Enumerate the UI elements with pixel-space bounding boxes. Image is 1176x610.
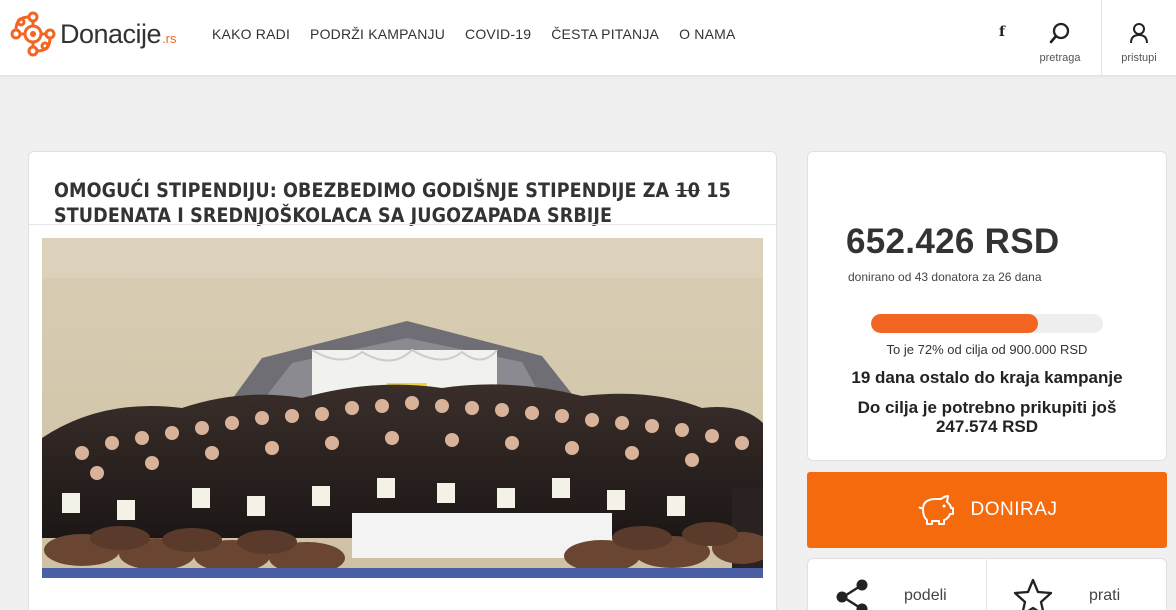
- site-header: Donacije .rs KAKO RADI PODRŽI KAMPANJU CO…: [0, 0, 1176, 76]
- donors-summary: donirano od 43 donatora za 26 dana: [848, 270, 1042, 284]
- donation-stats-card: 652.426 RSD donirano od 43 donatora za 2…: [807, 151, 1167, 461]
- share-icon: [836, 579, 868, 610]
- share-label: podeli: [904, 587, 947, 604]
- follow-button[interactable]: prati: [987, 559, 1166, 610]
- nav-kako-radi[interactable]: KAKO RADI: [212, 26, 290, 42]
- days-left: 19 dana ostalo do kraja kampanje: [851, 368, 1123, 387]
- star-icon: [1013, 578, 1053, 610]
- search-button[interactable]: pretraga: [1030, 0, 1090, 76]
- title-part1: OMOGUĆI STIPENDIJU: OBEZBEDIMO GODIŠNJE …: [54, 179, 676, 202]
- campaign-photo: [42, 238, 763, 568]
- logo-suffix: .rs: [162, 30, 177, 46]
- donate-label: DONIRAJ: [970, 499, 1058, 520]
- campaign-card: OMOGUĆI STIPENDIJU: OBEZBEDIMO GODIŠNJE …: [28, 151, 777, 610]
- search-label: pretraga: [1039, 52, 1081, 64]
- title-divider: [29, 224, 776, 225]
- raised-amount: 652.426 RSD: [846, 222, 1060, 261]
- progress-fill: [871, 314, 1039, 333]
- logo-text: Donacije: [60, 18, 162, 49]
- nav-podrzi-kampanju[interactable]: PODRŽI KAMPANJU: [310, 26, 445, 42]
- user-icon: [1130, 23, 1148, 44]
- share-follow-card: podeli prati: [807, 558, 1167, 610]
- progress-bar: [871, 314, 1103, 333]
- logo-icon: [10, 11, 56, 57]
- title-strike: 10: [675, 179, 701, 202]
- remaining-line2: 247.574 RSD: [935, 417, 1039, 436]
- main-nav: KAKO RADI PODRŽI KAMPANJU COVID-19 ČESTA…: [212, 26, 736, 42]
- follow-label: prati: [1089, 587, 1121, 604]
- donate-button[interactable]: DONIRAJ: [807, 472, 1167, 548]
- remaining-line1: Do cilja je potrebno prikupiti još: [857, 398, 1117, 417]
- progress-text: To je 72% od cilja od 900.000 RSD: [886, 342, 1088, 357]
- nav-covid-19[interactable]: COVID-19: [465, 26, 531, 42]
- login-label: pristupi: [1121, 52, 1157, 64]
- photo-caption-bar: [42, 568, 763, 578]
- login-button[interactable]: pristupi: [1101, 0, 1176, 76]
- piggy-bank-icon: [917, 495, 954, 525]
- facebook-icon[interactable]: f: [992, 24, 1012, 44]
- remaining-amount: Do cilja je potrebno prikupiti još 247.5…: [808, 398, 1166, 436]
- search-icon: [1049, 22, 1070, 44]
- nav-cesta-pitanja[interactable]: ČESTA PITANJA: [551, 26, 659, 42]
- nav-o-nama[interactable]: O NAMA: [679, 26, 735, 42]
- site-logo[interactable]: Donacije .rs: [10, 9, 177, 59]
- share-button[interactable]: podeli: [808, 559, 987, 610]
- campaign-title: OMOGUĆI STIPENDIJU: OBEZBEDIMO GODIŠNJE …: [54, 178, 764, 228]
